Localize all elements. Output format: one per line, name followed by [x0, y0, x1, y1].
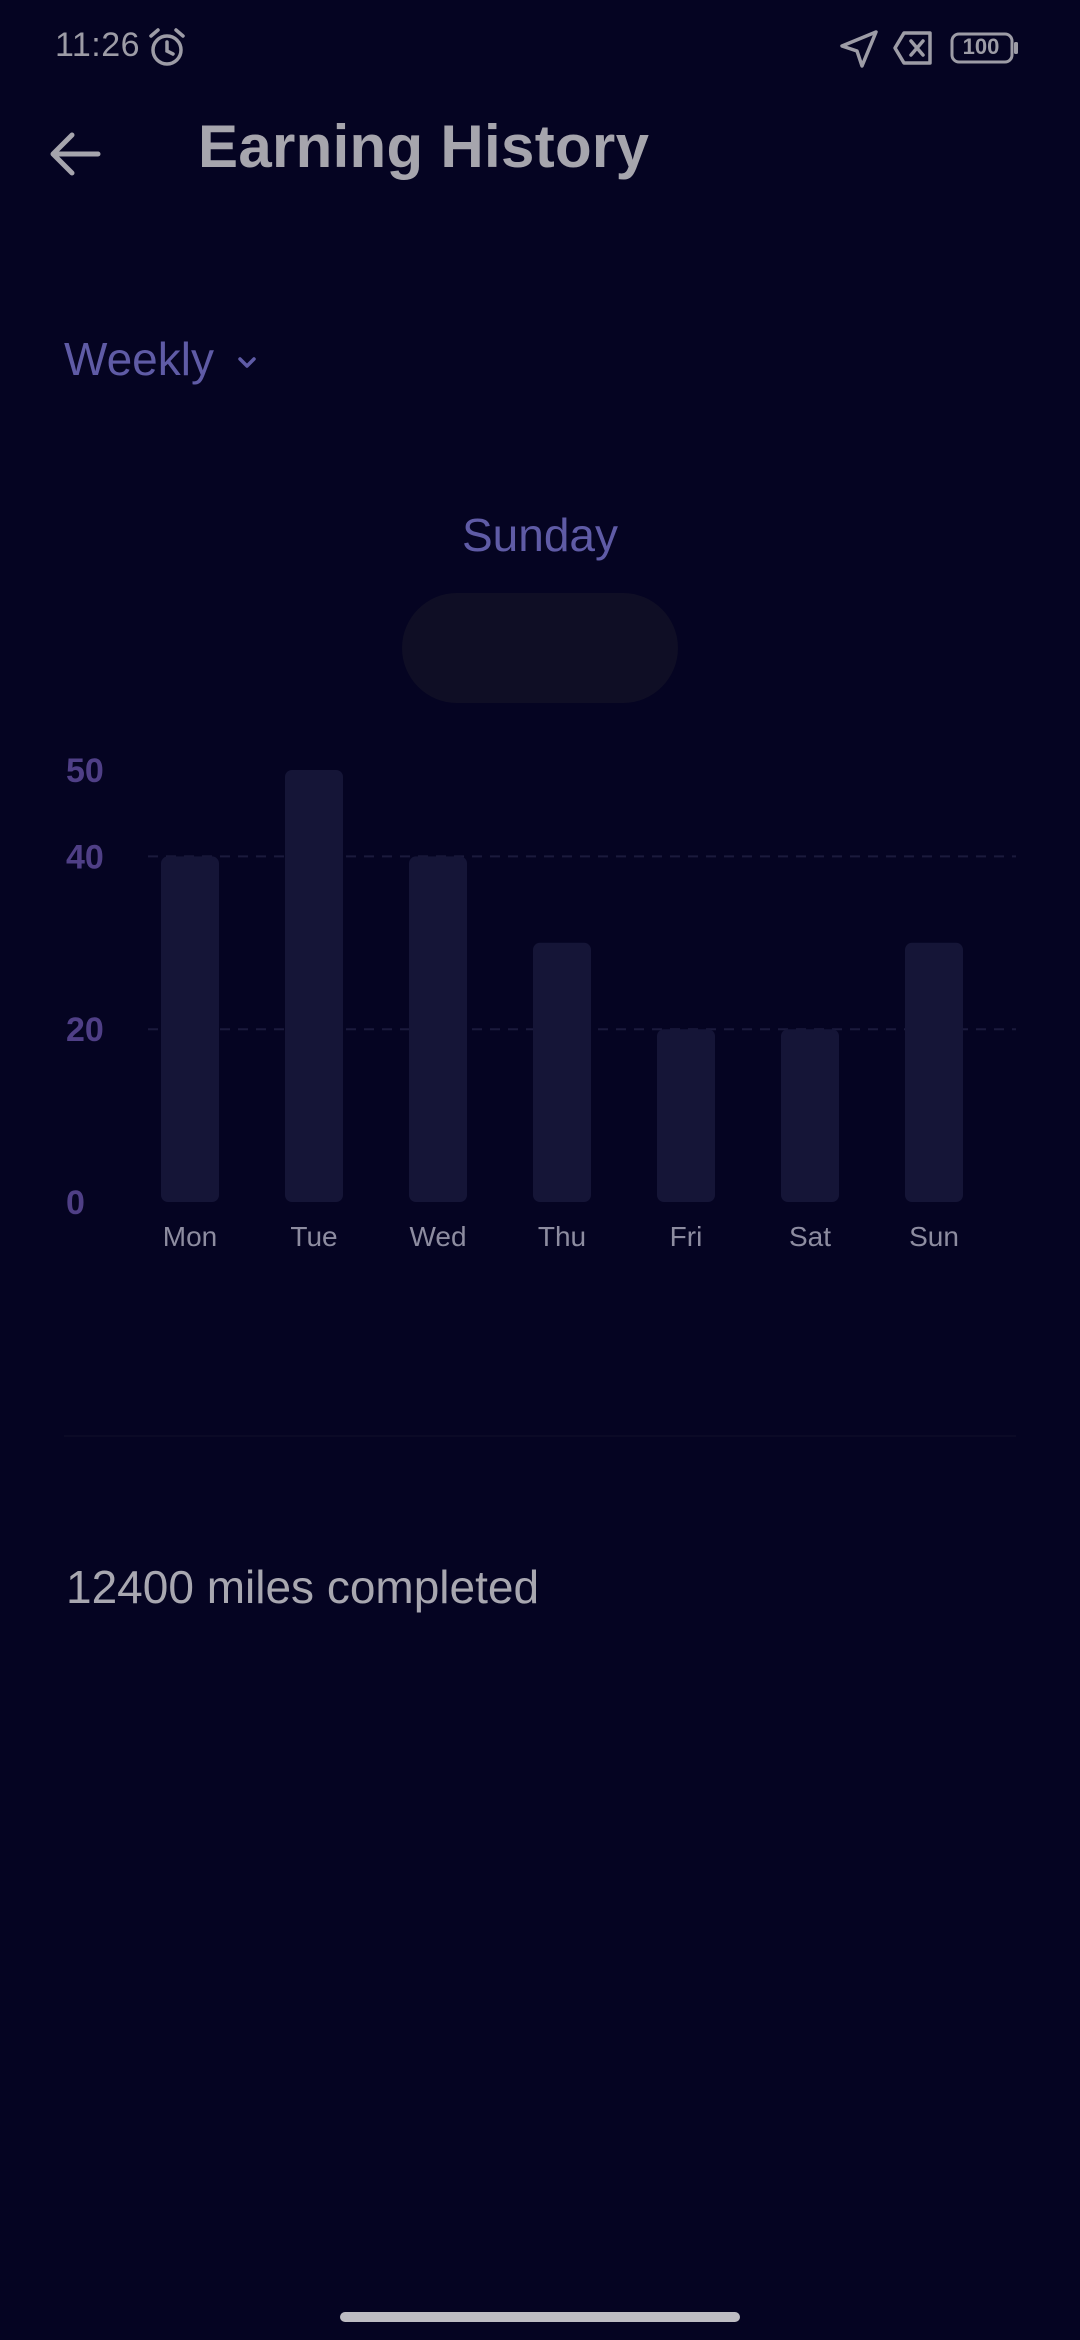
bar-thu[interactable]	[533, 942, 591, 1202]
y-tick-label: 0	[66, 1184, 85, 1222]
status-bar: 11:26 100	[0, 0, 1080, 96]
selected-day-label: Sunday	[461, 509, 618, 561]
arrow-left-icon	[50, 132, 101, 176]
home-indicator[interactable]	[340, 2312, 740, 2322]
status-time: 11:26	[55, 26, 141, 64]
alarm-icon	[149, 28, 185, 66]
x-tick-label-wed: Wed	[409, 1221, 466, 1252]
y-tick-label: 40	[66, 838, 104, 876]
selected-day-value-pill	[402, 593, 678, 703]
x-tick-label-mon: Mon	[163, 1221, 217, 1252]
x-tick-label-sun: Sun	[909, 1221, 959, 1252]
location-arrow-icon	[840, 30, 878, 68]
chevron-down-icon	[238, 357, 256, 368]
x-tick-label-fri: Fri	[670, 1221, 703, 1252]
x-tick-label-sat: Sat	[789, 1221, 831, 1252]
period-dropdown-label: Weekly	[64, 333, 214, 385]
bar-mon[interactable]	[161, 856, 219, 1202]
battery-level: 100	[962, 34, 1000, 59]
miles-completed-text: 12400 miles completed	[66, 1561, 540, 1613]
bar-fri[interactable]	[657, 1029, 715, 1202]
bar-sun[interactable]	[905, 942, 963, 1202]
no-sim-icon	[893, 31, 932, 65]
bar-wed[interactable]	[409, 856, 467, 1202]
bar-sat[interactable]	[781, 1029, 839, 1202]
x-tick-label-thu: Thu	[538, 1221, 586, 1252]
page-title: Earning History	[198, 113, 650, 180]
y-tick-label: 50	[66, 752, 104, 790]
weekly-earnings-chart: 0 20 40 50 Mon Tue Wed Thu Fri Sat Sun	[66, 752, 1016, 1252]
earning-history-screen: 11:26 100 Earning History Weekly Sunday …	[0, 0, 1080, 2340]
bar-tue[interactable]	[285, 770, 343, 1202]
divider	[64, 1435, 1016, 1437]
period-dropdown[interactable]: Weekly	[64, 326, 262, 392]
y-tick-label: 20	[66, 1011, 104, 1049]
x-tick-label-tue: Tue	[290, 1221, 337, 1252]
back-button[interactable]	[40, 118, 112, 190]
